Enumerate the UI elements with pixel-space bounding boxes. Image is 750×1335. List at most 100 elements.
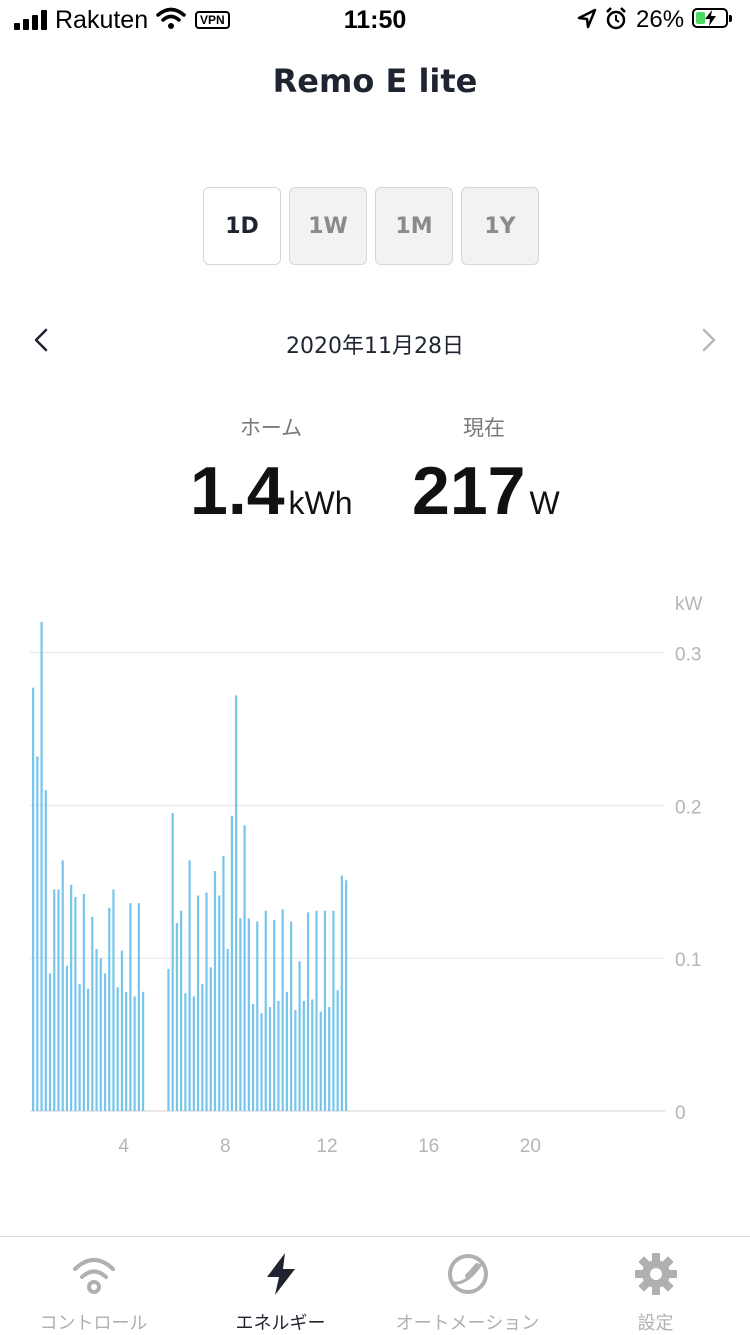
current-label: 現在 <box>463 416 505 440</box>
chart-bar <box>302 1000 305 1111</box>
chart-bar <box>264 910 267 1111</box>
chart-bar <box>268 1007 272 1111</box>
speedometer-icon <box>374 1251 561 1297</box>
chart-bar <box>95 949 98 1111</box>
tab-energy-label: エネルギー <box>235 1313 326 1334</box>
chart-bar <box>277 1000 280 1111</box>
location-icon <box>576 6 598 39</box>
home-usage: 1.4 kWh <box>190 452 353 530</box>
chart-bar <box>213 871 217 1111</box>
home-label: ホーム <box>239 416 303 440</box>
battery-charging-icon <box>692 8 732 28</box>
battery-percent: 26% <box>636 6 685 33</box>
y-tick-label: 0.2 <box>675 797 701 818</box>
chart-bar <box>133 996 136 1111</box>
chart-bar <box>290 921 293 1111</box>
chart-bar <box>57 889 60 1111</box>
chart-bar <box>243 825 246 1111</box>
home-usage-value: 1.4 <box>190 453 285 529</box>
chart-bar <box>171 813 174 1111</box>
chart-bar <box>298 961 301 1111</box>
chart-bar <box>323 910 327 1111</box>
chart-bar <box>345 880 348 1111</box>
x-tick-label: 20 <box>520 1136 541 1157</box>
chart-bar <box>125 991 128 1111</box>
tab-control-label: コントロール <box>39 1313 148 1334</box>
chart-bar <box>40 622 43 1111</box>
current-power-value: 217 <box>412 453 526 529</box>
chart-bar <box>230 816 234 1111</box>
period-1y-button[interactable]: 1Y <box>461 187 539 265</box>
chart-bar <box>48 973 52 1111</box>
current-date: 2020年11月28日 <box>286 334 464 359</box>
period-selector: 1D 1W 1M 1Y <box>203 187 539 265</box>
y-axis-unit: kW <box>675 594 703 615</box>
chart-bar <box>116 987 119 1111</box>
gear-icon <box>562 1251 749 1297</box>
chart-bar <box>340 875 343 1111</box>
chart-bar <box>103 973 107 1111</box>
chart-bar <box>222 855 225 1111</box>
period-1d-button[interactable]: 1D <box>203 187 281 265</box>
chart-bar <box>112 889 115 1111</box>
chart-bar <box>108 907 111 1111</box>
x-tick-label: 8 <box>220 1136 231 1157</box>
home-usage-unit: kWh <box>288 485 353 521</box>
chart-bar <box>226 949 229 1111</box>
chart-bar <box>332 910 335 1111</box>
power-usage-chart: 0.3 0.2 0.1 0 kW 4 8 12 16 20 <box>30 594 703 1157</box>
chart-bar <box>294 1010 297 1111</box>
chart-bar <box>180 910 183 1111</box>
tab-settings-label: 設定 <box>637 1313 674 1334</box>
chart-bar <box>285 991 288 1111</box>
chart-bar <box>273 919 276 1111</box>
x-tick-label: 4 <box>118 1136 129 1157</box>
chart-bar <box>247 918 250 1111</box>
chart-bar <box>86 988 90 1111</box>
y-tick-label: 0.3 <box>675 645 701 666</box>
tab-control[interactable]: コントロール <box>0 1237 187 1335</box>
chart-bar <box>74 897 77 1111</box>
chart-bar <box>209 967 212 1111</box>
chart-bar <box>201 984 204 1111</box>
chart-bar <box>167 968 170 1111</box>
chart-bar <box>205 892 208 1111</box>
chart-bar <box>82 894 85 1111</box>
chart-bar <box>99 958 102 1111</box>
y-tick-label: 0 <box>675 1103 686 1124</box>
chart-bar <box>184 993 187 1111</box>
tab-energy[interactable]: エネルギー <box>187 1237 374 1335</box>
chart-bar <box>256 921 259 1111</box>
tab-settings[interactable]: 設定 <box>562 1237 749 1335</box>
tab-bar: コントロール エネルギー オートメーション 設定 <box>0 1236 750 1335</box>
tab-automation-label: オートメーション <box>395 1313 540 1334</box>
period-1m-button[interactable]: 1M <box>375 187 453 265</box>
period-1w-button[interactable]: 1W <box>289 187 367 265</box>
tab-automation[interactable]: オートメーション <box>374 1237 561 1335</box>
chart-bar <box>120 950 124 1111</box>
chart-bar <box>44 790 47 1111</box>
chart-bar <box>36 756 39 1111</box>
lightning-icon <box>187 1251 374 1297</box>
chart-bar <box>70 884 73 1111</box>
x-tick-label: 12 <box>316 1136 337 1157</box>
chart-bar <box>175 923 179 1111</box>
y-tick-label: 0.1 <box>675 950 701 971</box>
chart-bar <box>251 1004 255 1111</box>
wifi-icon <box>0 1251 187 1297</box>
chart-bar <box>306 912 310 1111</box>
chart-bar <box>53 889 56 1111</box>
chevron-right-icon[interactable] <box>696 328 720 352</box>
date-navigation: 2020年11月28日 <box>0 320 750 364</box>
chart-bar <box>196 895 200 1111</box>
chart-bar <box>281 909 284 1111</box>
chart-bar <box>311 999 314 1111</box>
page-title: Remo E lite <box>272 62 478 100</box>
chart-bar <box>192 996 195 1111</box>
chart-bar <box>141 991 145 1111</box>
chart-bar <box>188 860 191 1111</box>
chart-bar <box>65 965 69 1111</box>
chart-bar <box>336 990 339 1111</box>
chart-bar <box>129 903 132 1111</box>
chart-bar <box>91 916 94 1111</box>
